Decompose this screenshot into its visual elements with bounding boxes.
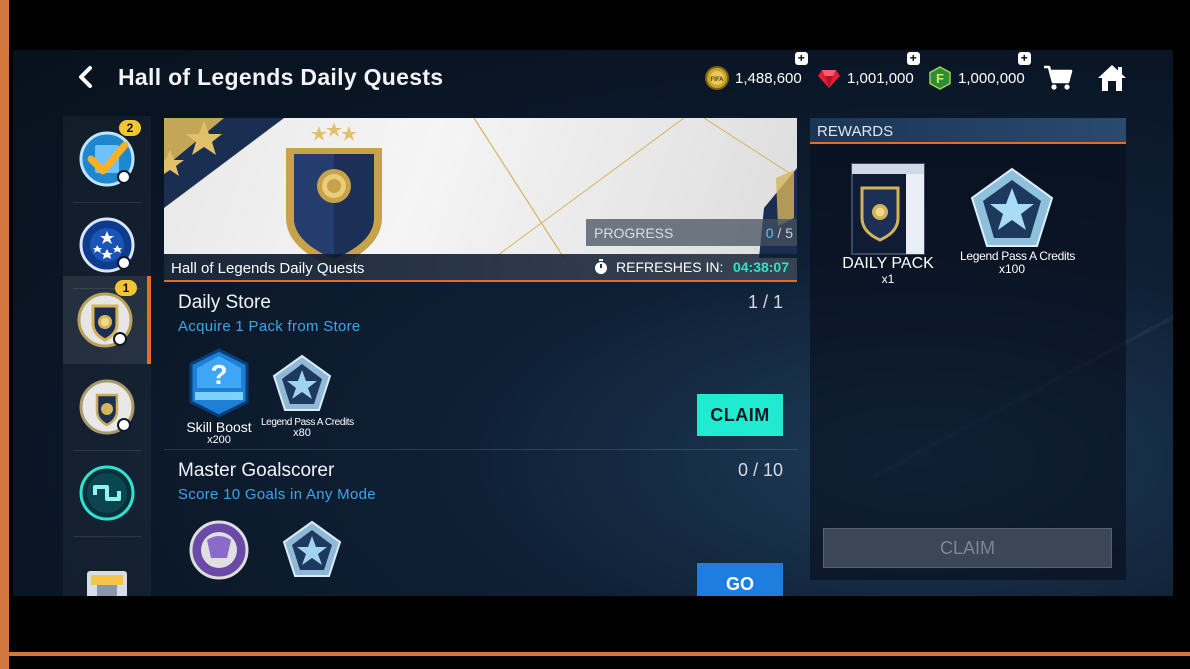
reward-name: DAILY PACK bbox=[842, 255, 934, 272]
svg-text:F: F bbox=[936, 71, 944, 86]
legend-pass-star-icon bbox=[272, 354, 332, 411]
timer-icon bbox=[117, 256, 131, 270]
claim-all-button[interactable]: CLAIM bbox=[823, 528, 1112, 568]
reward-skill-boost[interactable]: ? Skill Boost x200 bbox=[182, 348, 256, 446]
svg-text:?: ? bbox=[210, 359, 227, 390]
timer-icon bbox=[117, 170, 131, 184]
game-screen: Hall of Legends Daily Quests FIFA 1,488,… bbox=[13, 50, 1173, 596]
sidebar-item-legends-silver[interactable] bbox=[63, 364, 151, 450]
fifa-coins-value: 1,488,600 bbox=[735, 69, 802, 87]
reward-legend-pass-credits[interactable]: Legend Pass A Credits x100 bbox=[960, 166, 1076, 276]
quest-banner: PROGRESS 0 / 5 Hall of Legends Daily Que… bbox=[164, 118, 797, 282]
add-coins-button[interactable]: + bbox=[794, 52, 808, 65]
stopwatch-icon bbox=[595, 259, 607, 274]
fifa-coins-balance[interactable]: FIFA 1,488,600 + bbox=[705, 52, 808, 92]
back-button[interactable] bbox=[73, 64, 99, 90]
reward-name: Skill Boost bbox=[186, 419, 252, 435]
notification-badge: 2 bbox=[119, 120, 141, 136]
screen: Hall of Legends Daily Quests FIFA 1,488,… bbox=[0, 0, 1190, 669]
sidebar-item-chain[interactable] bbox=[63, 450, 151, 536]
reward-ball-boost[interactable] bbox=[186, 518, 252, 587]
daily-pack-icon bbox=[851, 163, 925, 255]
refresh-label: REFRESHES IN: bbox=[616, 259, 724, 275]
quest-item-master-goalscorer: Master Goalscorer Score 10 Goals in Any … bbox=[164, 452, 797, 596]
legend-pass-star-icon bbox=[970, 167, 1054, 247]
forge-points-balance[interactable]: F 1,000,000 + bbox=[928, 52, 1031, 92]
shopping-cart-icon bbox=[1044, 65, 1073, 90]
chain-link-icon bbox=[79, 465, 135, 521]
reward-name: Legend Pass A Credits bbox=[960, 249, 1076, 263]
fifa-coin-icon: FIFA bbox=[705, 66, 729, 90]
refresh-time: 04:38:07 bbox=[732, 259, 789, 275]
reward-quantity: x100 bbox=[998, 262, 1026, 276]
quest-list[interactable]: Daily Store Acquire 1 Pack from Store 1 … bbox=[164, 284, 797, 596]
ruby-gem-icon bbox=[817, 66, 841, 90]
quest-progress: PROGRESS 0 / 5 bbox=[586, 219, 797, 246]
quest-name: Master Goalscorer bbox=[178, 460, 335, 481]
go-button[interactable]: GO bbox=[697, 563, 783, 596]
home-button[interactable] bbox=[1097, 64, 1127, 92]
sidebar-item-daily-quests[interactable]: 2 bbox=[63, 116, 151, 202]
legend-pass-star-icon bbox=[282, 520, 342, 577]
ball-boost-icon bbox=[189, 520, 249, 580]
home-icon bbox=[1098, 65, 1126, 91]
quest-progress: 1 / 1 bbox=[747, 292, 783, 312]
fifa-points-balance[interactable]: 1,001,000 + bbox=[817, 52, 920, 92]
trophy-card-icon bbox=[87, 571, 127, 596]
timer-icon bbox=[117, 418, 131, 432]
progress-label: PROGRESS bbox=[594, 225, 674, 241]
chevron-left-icon bbox=[79, 66, 92, 88]
quest-name: Daily Store bbox=[178, 292, 271, 313]
add-forge-button[interactable]: + bbox=[1017, 52, 1031, 65]
timer-icon bbox=[113, 332, 127, 346]
sidebar-item-hall-of-legends[interactable]: 1 bbox=[63, 276, 151, 364]
progress-value: 0 / 5 bbox=[765, 225, 793, 241]
reward-quantity: x200 bbox=[207, 434, 231, 446]
reward-legend-pass-credits[interactable] bbox=[282, 520, 342, 585]
frame-border-left bbox=[0, 0, 9, 669]
quest-description: Acquire 1 Pack from Store bbox=[178, 318, 361, 335]
claim-button[interactable]: CLAIM bbox=[697, 394, 783, 436]
fifa-points-value: 1,001,000 bbox=[847, 69, 914, 87]
forge-points-value: 1,000,000 bbox=[958, 69, 1025, 87]
reward-legend-pass-credits[interactable]: Legend Pass A Credits x80 bbox=[261, 354, 354, 439]
refresh-timer: REFRESHES IN: 04:38:07 bbox=[586, 254, 797, 280]
quest-progress: 0 / 10 bbox=[737, 460, 783, 480]
quest-category-sidebar: 2 1 bbox=[63, 116, 151, 596]
reward-quantity: x1 bbox=[881, 272, 895, 286]
rewards-header: REWARDS bbox=[810, 118, 1126, 144]
f-hexagon-icon: F bbox=[928, 66, 952, 90]
frame-border-bottom bbox=[0, 652, 1190, 656]
add-points-button[interactable]: + bbox=[906, 52, 920, 65]
sidebar-item-trophy[interactable] bbox=[63, 536, 151, 596]
svg-text:FIFA: FIFA bbox=[711, 77, 725, 83]
reward-quantity: x80 bbox=[293, 427, 311, 439]
page-title: Hall of Legends Daily Quests bbox=[118, 64, 444, 90]
store-button[interactable] bbox=[1043, 64, 1073, 92]
divider bbox=[164, 449, 797, 450]
quest-description: Score 10 Goals in Any Mode bbox=[178, 486, 376, 503]
quest-item-daily-store: Daily Store Acquire 1 Pack from Store 1 … bbox=[164, 284, 797, 452]
notification-badge: 1 bbox=[115, 280, 137, 296]
skill-boost-icon: ? bbox=[189, 348, 249, 418]
reward-daily-pack[interactable]: DAILY PACK x1 bbox=[838, 160, 938, 285]
rewards-panel: REWARDS DAILY PACK x1 Legend Pass A Cred… bbox=[810, 118, 1126, 580]
